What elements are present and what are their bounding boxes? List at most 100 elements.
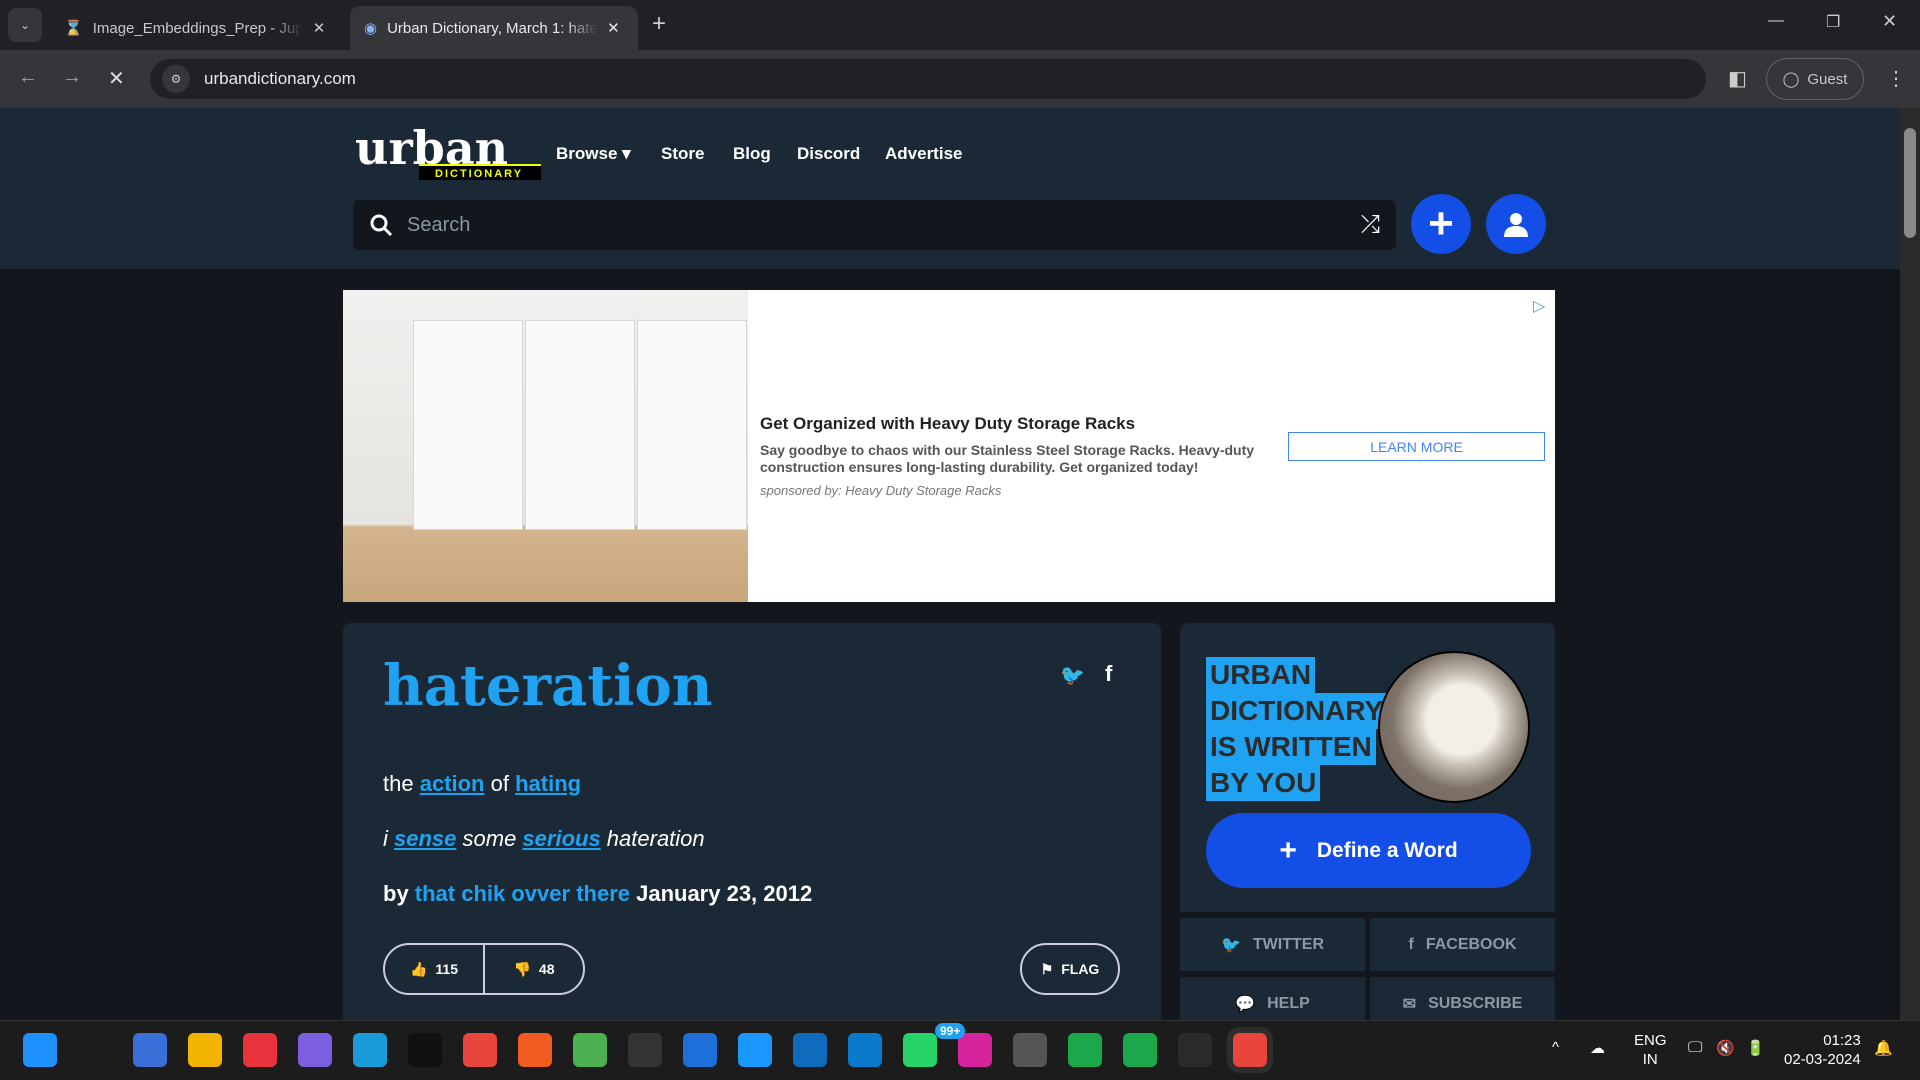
tab-jupyter[interactable]: ⌛ Image_Embeddings_Prep - Jupyter ✕ xyxy=(50,6,339,50)
sidebar-promo: URBAN DICTIONARY IS WRITTEN BY YOU + Define … xyxy=(1180,623,1555,912)
onedrive-icon[interactable]: ☁ xyxy=(1590,1039,1605,1057)
author-link[interactable]: that chik ovver there xyxy=(415,881,630,906)
app-green-icon[interactable] xyxy=(1068,1033,1102,1067)
app-purple-icon[interactable] xyxy=(298,1033,332,1067)
minimize-button[interactable]: — xyxy=(1768,12,1784,30)
terminal2-icon[interactable] xyxy=(1178,1033,1212,1067)
close-icon[interactable]: ✕ xyxy=(313,19,326,37)
word-title[interactable]: hateration xyxy=(383,653,713,719)
app-blue-icon[interactable] xyxy=(683,1033,717,1067)
clock[interactable]: 01:23 02-03-2024 xyxy=(1784,1031,1861,1069)
shuffle-icon[interactable]: ⤮ xyxy=(1361,211,1380,239)
instagram-icon[interactable] xyxy=(958,1033,992,1067)
site-info-icon[interactable]: ⚙ xyxy=(162,65,190,93)
mail-icon: ✉ xyxy=(1402,995,1417,1013)
notifications-icon[interactable]: 🔔 xyxy=(1874,1039,1893,1057)
user-button[interactable] xyxy=(1486,194,1546,254)
prime-video-icon[interactable] xyxy=(738,1033,772,1067)
tab-urban-dictionary[interactable]: ◉ Urban Dictionary, March 1: hateration … xyxy=(350,6,638,50)
nav-store[interactable]: Store xyxy=(661,144,704,164)
whatsapp-icon[interactable] xyxy=(903,1033,937,1067)
side-panel-icon[interactable]: ◧ xyxy=(1728,66,1747,91)
stop-button[interactable]: ✕ xyxy=(108,66,125,91)
flag-icon: ⚑ xyxy=(1040,960,1054,977)
subscribe-button[interactable]: ✉ SUBSCRIBE xyxy=(1370,977,1555,1020)
byline: by that chik ovver there January 23, 201… xyxy=(383,881,813,906)
ad-title[interactable]: Get Organized with Heavy Duty Storage Ra… xyxy=(760,414,1135,434)
file-explorer-icon[interactable] xyxy=(188,1033,222,1067)
outlook-icon[interactable] xyxy=(793,1033,827,1067)
example: i sense some serious hateration xyxy=(383,826,705,851)
close-window-button[interactable]: ✕ xyxy=(1882,11,1897,32)
link-hating[interactable]: hating xyxy=(515,771,581,796)
profile-button[interactable]: ◯ Guest xyxy=(1766,58,1864,100)
brave-icon[interactable] xyxy=(518,1033,552,1067)
back-button[interactable]: ← xyxy=(18,66,38,89)
address-bar[interactable]: ⚙ urbandictionary.com xyxy=(150,59,1706,99)
advertisement[interactable]: ▷ Get Organized with Heavy Duty Storage … xyxy=(343,290,1555,602)
terminal-icon[interactable] xyxy=(628,1033,662,1067)
adchoices-icon[interactable]: ▷ xyxy=(1533,296,1545,316)
vote-buttons: 👍 115 👎 48 xyxy=(383,943,585,995)
slogan: URBAN DICTIONARY IS WRITTEN BY YOU xyxy=(1206,657,1388,801)
link-serious[interactable]: serious xyxy=(522,826,600,851)
menu-icon[interactable]: ⋮ xyxy=(1886,66,1906,91)
downvote-button[interactable]: 👎 48 xyxy=(485,945,583,993)
netflix-icon[interactable] xyxy=(408,1033,442,1067)
chrome-active-icon[interactable] xyxy=(1227,1027,1273,1073)
edge-icon[interactable] xyxy=(353,1033,387,1067)
facebook-button[interactable]: f FACEBOOK xyxy=(1370,918,1555,971)
hourglass-icon: ⌛ xyxy=(64,20,83,37)
profile-icon: ◯ xyxy=(1782,71,1800,88)
definition-card: hateration 🐦 f the action of hating i se… xyxy=(343,623,1161,1020)
new-tab-button[interactable]: + xyxy=(652,10,666,38)
facebook-icon: f xyxy=(1408,935,1414,953)
network-icon[interactable]: 🖵 xyxy=(1688,1039,1702,1056)
learn-more-button[interactable]: LEARN MORE xyxy=(1288,432,1545,461)
app-green2-icon[interactable] xyxy=(1123,1033,1157,1067)
search-icon[interactable] xyxy=(78,1033,112,1067)
add-definition-button[interactable]: + xyxy=(1411,194,1471,254)
search-input[interactable] xyxy=(407,213,1347,237)
show-hidden-icons[interactable]: ^ xyxy=(1552,1039,1559,1056)
link-sense[interactable]: sense xyxy=(394,826,456,851)
restore-button[interactable]: ❐ xyxy=(1826,12,1840,32)
battery-icon[interactable]: 🔋 xyxy=(1746,1039,1765,1057)
scrollbar-thumb[interactable] xyxy=(1904,128,1916,238)
tab-search-button[interactable]: ⌄ xyxy=(8,8,42,42)
windows-icon[interactable] xyxy=(23,1033,57,1067)
plus-icon: + xyxy=(1428,199,1454,248)
thumbs-up-icon: 👍 xyxy=(409,960,428,977)
user-icon xyxy=(1504,213,1528,237)
app-red-icon[interactable] xyxy=(243,1033,277,1067)
help-button[interactable]: 💬 HELP xyxy=(1180,977,1365,1020)
scrollbar[interactable] xyxy=(1900,108,1920,1020)
nav-browse[interactable]: Browse ▾ xyxy=(556,144,631,164)
facebook-share-icon[interactable]: f xyxy=(1105,661,1112,687)
close-icon[interactable]: ✕ xyxy=(607,19,620,37)
vscode-icon[interactable] xyxy=(848,1033,882,1067)
link-action[interactable]: action xyxy=(420,771,485,796)
twitter-share-icon[interactable]: 🐦 xyxy=(1060,663,1085,688)
forward-button[interactable]: → xyxy=(62,66,82,89)
flag-button[interactable]: ⚑ FLAG xyxy=(1020,943,1120,995)
plus-icon: + xyxy=(1279,833,1297,867)
chat-icon: 💬 xyxy=(1235,995,1256,1013)
nav-discord[interactable]: Discord xyxy=(797,144,860,164)
thumbs-down-icon: 👎 xyxy=(513,960,531,977)
page: urban DICTIONARY Browse ▾ Store Blog Dis… xyxy=(0,108,1900,1020)
upvote-button[interactable]: 👍 115 xyxy=(385,945,485,993)
site-header: urban DICTIONARY Browse ▾ Store Blog Dis… xyxy=(0,108,1900,269)
define-word-button[interactable]: + Define a Word xyxy=(1206,813,1531,888)
language-indicator[interactable]: ENG IN xyxy=(1634,1031,1667,1069)
volume-muted-icon[interactable]: 🔇 xyxy=(1716,1039,1735,1057)
nav-blog[interactable]: Blog xyxy=(733,144,771,164)
chrome-icon[interactable] xyxy=(463,1033,497,1067)
search-bar: ⤮ xyxy=(353,200,1396,250)
notepad-icon[interactable] xyxy=(573,1033,607,1067)
store-icon[interactable] xyxy=(133,1033,167,1067)
logo[interactable]: urban DICTIONARY xyxy=(355,122,541,184)
nav-advertise[interactable]: Advertise xyxy=(885,144,962,164)
app-gray-icon[interactable] xyxy=(1013,1033,1047,1067)
twitter-button[interactable]: 🐦 TWITTER xyxy=(1180,918,1365,971)
